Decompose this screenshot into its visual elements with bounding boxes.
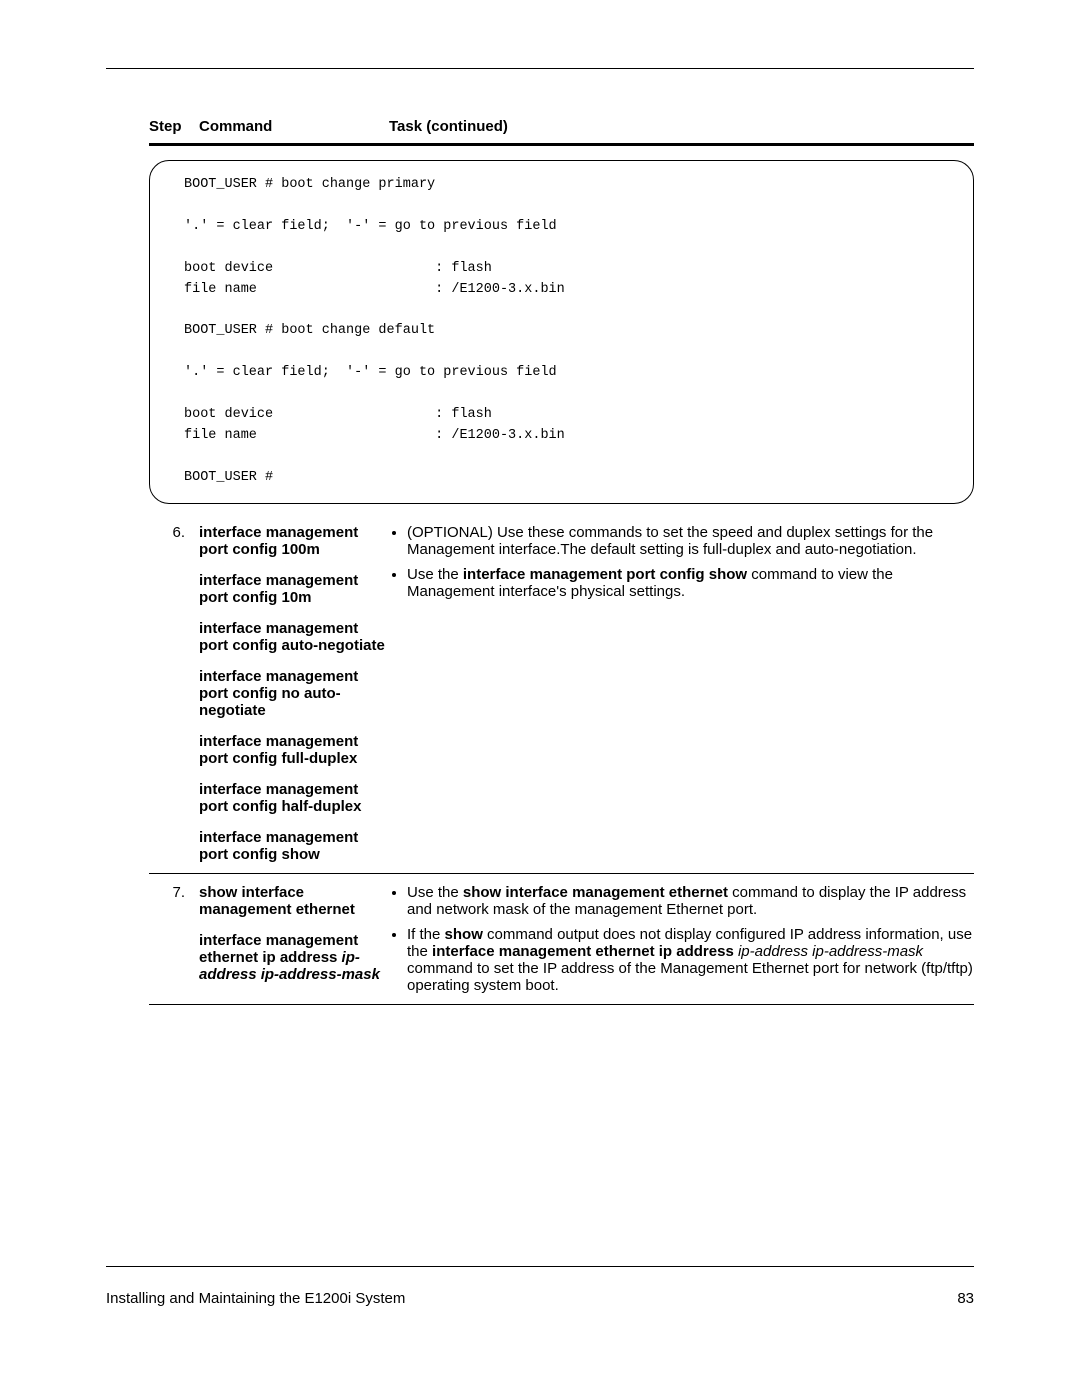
task-text: Use the [407, 884, 463, 901]
command-text: show interface management ethernet [199, 884, 389, 918]
table-row: 6. interface management port config 100m… [149, 514, 974, 874]
code-block-container: BOOT_USER # boot change primary '.' = cl… [149, 160, 974, 504]
command-text: interface management port config half-du… [199, 781, 389, 815]
footer-left: Installing and Maintaining the E1200i Sy… [106, 1290, 405, 1307]
footer-rule [106, 1266, 974, 1267]
task-text: Use the [407, 566, 463, 583]
command-text: interface management port config no auto… [199, 668, 389, 719]
command-text: interface management port config 10m [199, 572, 389, 606]
task-list: (OPTIONAL) Use these commands to set the… [389, 524, 974, 600]
terminal-output: BOOT_USER # boot change primary '.' = cl… [149, 160, 974, 504]
command-inline: show interface management ethernet [463, 884, 728, 901]
step-number: 7. [149, 884, 199, 994]
list-item: If the show command output does not disp… [407, 926, 974, 994]
command-bold: interface management ethernet ip address [199, 932, 358, 966]
step-number: 6. [149, 524, 199, 863]
footer-text: Installing and Maintaining the E1200i Sy… [106, 1290, 974, 1307]
top-rule [106, 68, 974, 69]
header-command: Command [199, 118, 389, 135]
page: Step Command Task (continued) BOOT_USER … [0, 0, 1080, 1397]
list-item: (OPTIONAL) Use these commands to set the… [407, 524, 974, 558]
list-item: Use the show interface management ethern… [407, 884, 974, 918]
page-footer: Installing and Maintaining the E1200i Sy… [106, 1290, 974, 1307]
command-inline: interface management ethernet ip address [432, 943, 734, 960]
table-row: 7. show interface management ethernet in… [149, 874, 974, 1005]
command-text: interface management port config full-du… [199, 733, 389, 767]
task-column: (OPTIONAL) Use these commands to set the… [389, 524, 974, 863]
command-inline: show [445, 926, 483, 943]
command-inline: interface management port config show [463, 566, 747, 583]
command-italic: ip-address-mask [261, 966, 380, 983]
task-text: If the [407, 926, 445, 943]
command-text: interface management ethernet ip address… [199, 932, 389, 983]
task-column: Use the show interface management ethern… [389, 884, 974, 994]
command-column: show interface management ethernet inter… [199, 884, 389, 994]
command-text: interface management port config 100m [199, 524, 389, 558]
table-header-row: Step Command Task (continued) [149, 118, 974, 146]
command-column: interface management port config 100m in… [199, 524, 389, 863]
header-task: Task (continued) [389, 118, 974, 135]
header-step: Step [149, 118, 199, 135]
command-italic: ip-address ip-address-mask [738, 943, 923, 960]
command-text: interface management port config auto-ne… [199, 620, 389, 654]
task-text: command to set the IP address of the Man… [407, 960, 973, 994]
task-list: Use the show interface management ethern… [389, 884, 974, 994]
page-number: 83 [957, 1290, 974, 1307]
content-area: Step Command Task (continued) BOOT_USER … [149, 118, 974, 1005]
list-item: Use the interface management port config… [407, 566, 974, 600]
command-text: interface management port config show [199, 829, 389, 863]
